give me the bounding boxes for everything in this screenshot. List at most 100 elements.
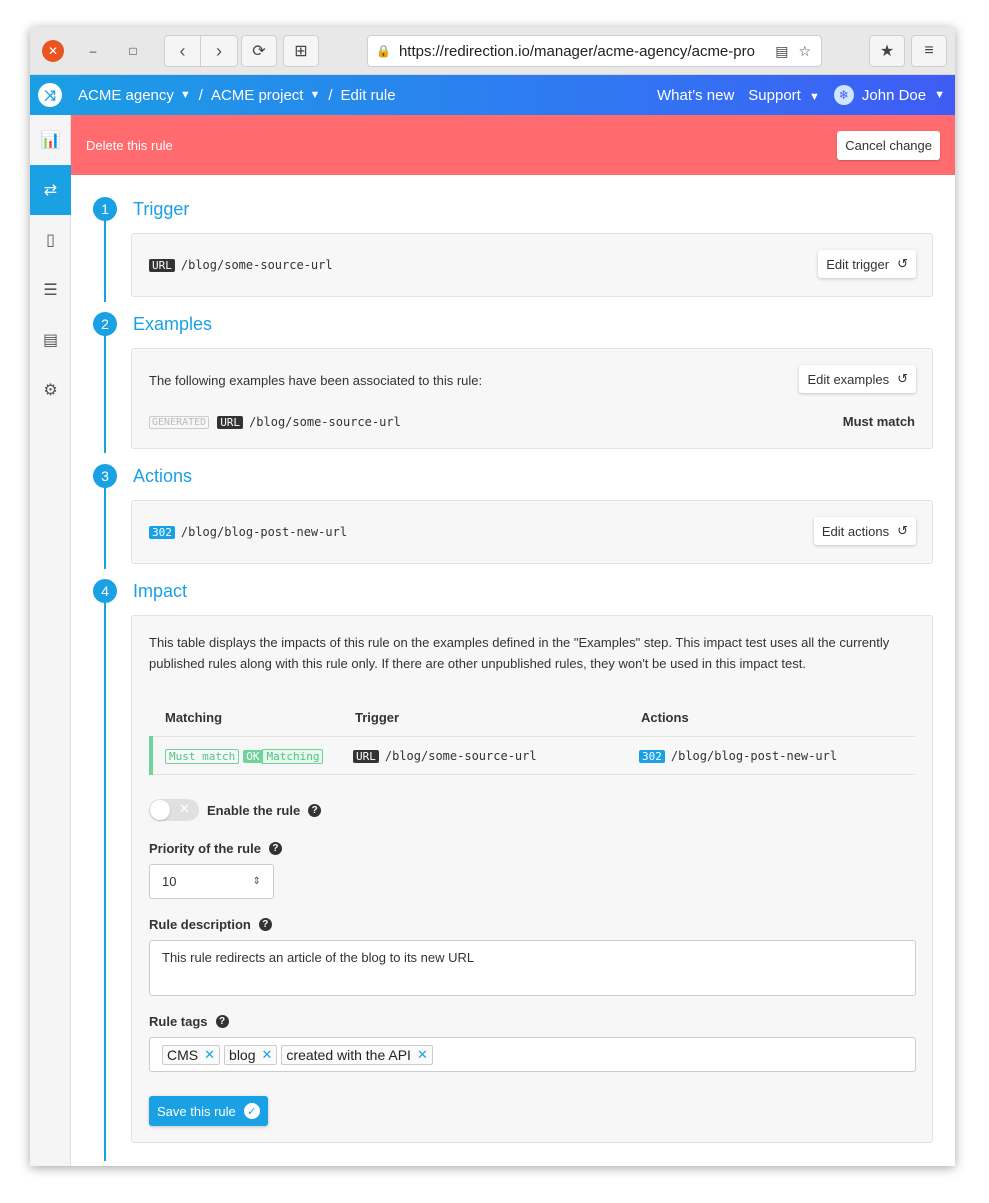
impact-description: This table displays the impacts of this … (149, 635, 890, 671)
step-examples: 2 Examples (93, 312, 212, 336)
url-badge: URL (217, 415, 244, 429)
column-header: Trigger (341, 700, 627, 737)
check-icon: ✓ (243, 1103, 260, 1119)
column-header: Actions (627, 700, 915, 737)
avatar: ❄ (833, 85, 854, 105)
nav-buttons: ‹ › (164, 35, 238, 67)
tags-input[interactable]: CMS ✕ blog ✕ created with the API ✕ (149, 1037, 916, 1072)
remove-tag-icon[interactable]: ✕ (204, 1047, 215, 1063)
sidebar-item-rules[interactable]: ⇄ (30, 165, 71, 215)
reader-mode-icon[interactable]: ▤ (775, 43, 788, 60)
help-icon[interactable]: ? (215, 1015, 229, 1028)
maximize-window-button[interactable]: □ (122, 40, 144, 62)
remove-tag-icon[interactable]: ✕ (417, 1047, 428, 1063)
lock-icon: 🔒 (376, 44, 391, 58)
trigger-path: /blog/some-source-url (384, 748, 537, 763)
matching-cell: Must match OK Matching (149, 736, 341, 775)
help-icon[interactable]: ? (268, 842, 282, 855)
toggle-knob (150, 800, 170, 820)
help-icon[interactable]: ? (258, 918, 272, 931)
menu-icon[interactable]: ≡ (911, 35, 947, 67)
history-icon: ↺ (897, 256, 908, 271)
step-line (104, 217, 106, 302)
reload-icon[interactable]: ⟳ (241, 35, 277, 67)
sidebar-item-settings[interactable]: ⚙ (30, 365, 71, 415)
enable-rule-toggle[interactable]: ✕ (149, 799, 199, 821)
example-status: Must match (842, 414, 915, 429)
examples-card: The following examples have been associa… (131, 348, 933, 449)
danger-bar: Delete this rule Cancel change (71, 115, 955, 175)
generated-badge: GENERATED (149, 415, 210, 429)
remove-tag-icon[interactable]: ✕ (262, 1047, 273, 1063)
sidebar: 📊 ⇄ ▯ ☰ ▤ ⚙ (30, 115, 71, 1166)
edit-actions-button[interactable]: Edit actions ↺ (813, 517, 916, 545)
column-header: Matching (151, 700, 341, 737)
breadcrumb-separator: / (198, 86, 203, 104)
breadcrumb-project-label: ACME project (210, 86, 304, 104)
whats-new-link[interactable]: What’s new (657, 87, 734, 104)
address-bar[interactable]: 🔒 https://redirection.io/manager/acme-ag… (367, 35, 822, 67)
step-number: 3 (93, 464, 117, 488)
trigger-card: URL /blog/some-source-url Edit trigger ↺ (131, 233, 933, 297)
edit-examples-button[interactable]: Edit examples ↺ (799, 365, 916, 393)
history-icon: ↺ (897, 371, 908, 386)
description-textarea[interactable]: This rule redirects an article of the bl… (149, 940, 916, 996)
extension-icon[interactable]: ★ (869, 35, 905, 67)
tag-label: created with the API (286, 1046, 411, 1063)
actions-card: 302 /blog/blog-post-new-url Edit actions… (131, 500, 933, 564)
step-title: Examples (133, 313, 213, 334)
app-header: ⤨ ACME agency ▼ / ACME project ▼ / Edit … (30, 75, 955, 115)
url-badge: URL (149, 258, 175, 272)
edit-examples-label: Edit examples (807, 371, 890, 387)
breadcrumb-agency-label: ACME agency (78, 86, 174, 104)
step-title: Impact (133, 580, 188, 601)
minimize-window-button[interactable]: – (82, 40, 104, 62)
edit-trigger-button[interactable]: Edit trigger ↺ (818, 250, 916, 278)
logo[interactable]: ⤨ (30, 75, 70, 115)
support-label: Support (748, 86, 801, 104)
support-menu[interactable]: Support ▼ (748, 87, 820, 104)
tags-label: Rule tags (149, 1014, 208, 1029)
gear-icon: ⚙ (43, 382, 58, 399)
trigger-path: /blog/some-source-url (180, 258, 333, 272)
must-match-badge: Must match (165, 748, 240, 764)
step-impact: 4 Impact (93, 579, 187, 603)
bookmark-star-icon[interactable]: ☆ (798, 43, 811, 60)
document-icon: ▯ (46, 232, 55, 249)
action-path: /blog/blog-post-new-url (180, 525, 348, 539)
user-menu[interactable]: ❄ John Doe ▼ (833, 85, 945, 105)
step-trigger: 1 Trigger (93, 197, 189, 221)
new-tab-icon[interactable]: ⊞ (283, 35, 319, 67)
breadcrumb-agency[interactable]: ACME agency ▼ (78, 87, 191, 104)
step-actions: 3 Actions (93, 464, 192, 488)
sidebar-item-instances[interactable]: ▤ (30, 315, 71, 365)
back-icon[interactable]: ‹ (165, 36, 201, 66)
trigger-cell: URL/blog/some-source-url (341, 736, 627, 775)
priority-value: 10 (162, 874, 177, 889)
help-icon[interactable]: ? (308, 803, 322, 817)
step-line (104, 333, 106, 453)
sidebar-item-analytics[interactable]: 📊 (30, 115, 71, 165)
tag-chip: CMS ✕ (162, 1044, 221, 1065)
edit-actions-label: Edit actions (821, 523, 890, 539)
save-rule-button[interactable]: Save this rule ✓ (149, 1096, 268, 1126)
spinner-icon[interactable]: ⇕ (253, 876, 261, 887)
priority-input[interactable]: 10 ⇕ (149, 864, 274, 899)
step-number: 2 (93, 312, 117, 336)
step-title: Trigger (133, 198, 190, 219)
delete-rule-link[interactable]: Delete this rule (86, 138, 173, 153)
step-title: Actions (133, 465, 193, 486)
history-icon: ↺ (897, 523, 908, 538)
step-number: 4 (93, 579, 117, 603)
sidebar-item-tasks[interactable]: ☰ (30, 265, 71, 315)
cancel-change-button[interactable]: Cancel change (837, 130, 940, 160)
forward-icon[interactable]: › (201, 36, 237, 66)
sidebar-item-logs[interactable]: ▯ (30, 215, 71, 265)
save-rule-label: Save this rule (157, 1103, 236, 1119)
close-window-button[interactable]: ✕ (42, 40, 64, 62)
status-code-badge: 302 (149, 525, 175, 539)
impact-table: Matching Trigger Actions Must match OK Mat… (149, 700, 915, 775)
breadcrumb-project[interactable]: ACME project ▼ (211, 87, 320, 104)
caret-down-icon: ▼ (179, 89, 191, 101)
tag-chip: blog ✕ (224, 1044, 278, 1065)
